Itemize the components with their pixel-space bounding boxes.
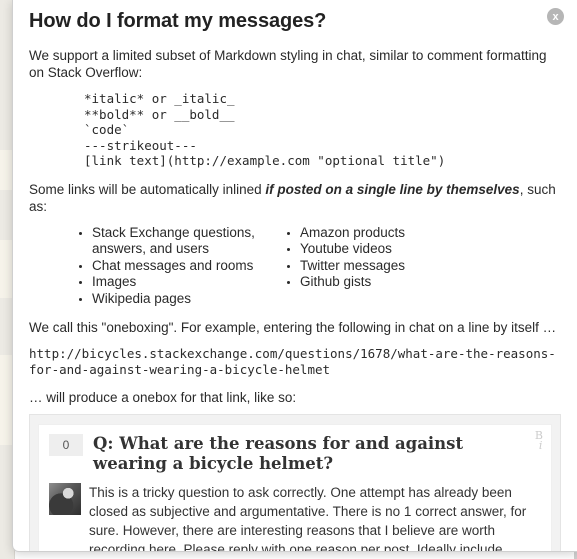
inline-links-intro: Some links will be automatically inlined… bbox=[29, 181, 561, 215]
help-dialog: x How do I format my messages? We suppor… bbox=[12, 0, 577, 552]
close-icon[interactable]: x bbox=[546, 7, 565, 26]
onebox-body: This is a tricky question to ask correct… bbox=[49, 483, 541, 552]
inline-list-right: Amazon products Youtube videos Twitter m… bbox=[282, 225, 405, 308]
onebox-site-icons: B i bbox=[535, 430, 543, 452]
list-item: Amazon products bbox=[300, 225, 405, 242]
list-item: Twitter messages bbox=[300, 258, 405, 275]
onebox-preview[interactable]: B i 0 Q: What are the reasons for and ag… bbox=[38, 424, 552, 552]
onebox-question-title[interactable]: Q: What are the reasons for and against … bbox=[93, 434, 541, 474]
page-title: How do I format my messages? bbox=[29, 10, 327, 32]
list-item: Github gists bbox=[300, 274, 405, 291]
markdown-syntax-sample: *italic* or _italic_ **bold** or __bold_… bbox=[84, 91, 446, 168]
onebox-container: B i 0 Q: What are the reasons for and ag… bbox=[29, 414, 561, 552]
inlined-link-types: Stack Exchange questions, answers, and u… bbox=[29, 225, 561, 308]
list-item: Images bbox=[92, 274, 282, 291]
onebox-excerpt: This is a tricky question to ask correct… bbox=[89, 485, 527, 552]
intro-paragraph: We support a limited subset of Markdown … bbox=[29, 48, 547, 80]
list-item: Stack Exchange questions, answers, and u… bbox=[92, 225, 282, 258]
list-item: Chat messages and rooms bbox=[92, 258, 282, 275]
list-item: Wikipedia pages bbox=[92, 291, 282, 308]
example-url: http://bicycles.stackexchange.com/questi… bbox=[29, 346, 556, 377]
inline-intro-before: Some links will be automatically inlined bbox=[29, 181, 266, 197]
avatar bbox=[49, 483, 81, 515]
vote-count: 0 bbox=[49, 434, 83, 456]
inline-intro-emphasis: if posted on a single line by themselves bbox=[265, 181, 520, 197]
onebox-intro: We call this "oneboxing". For example, e… bbox=[29, 320, 557, 335]
onebox-header: 0 Q: What are the reasons for and agains… bbox=[49, 434, 541, 474]
list-item: Youtube videos bbox=[300, 241, 405, 258]
inline-list-left: Stack Exchange questions, answers, and u… bbox=[74, 225, 282, 308]
info-icon: i bbox=[538, 439, 543, 452]
onebox-result-caption: … will produce a onebox for that link, l… bbox=[29, 390, 297, 405]
